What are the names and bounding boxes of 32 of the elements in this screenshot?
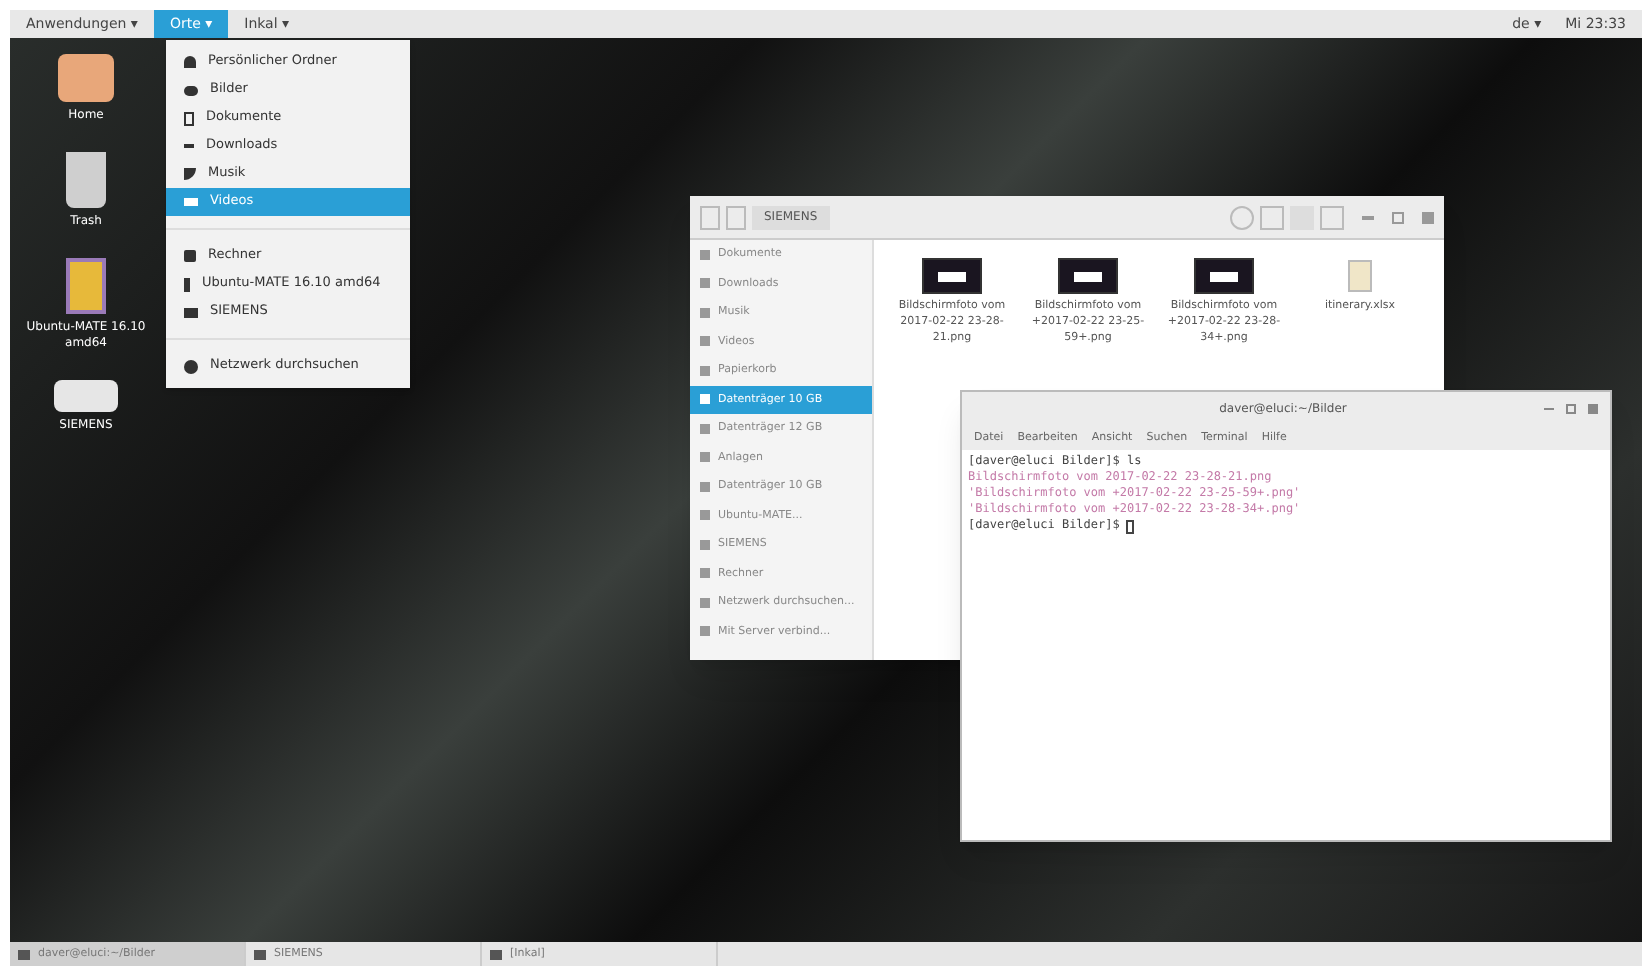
place-icon xyxy=(700,626,710,637)
window-icon xyxy=(490,949,502,959)
minimize-icon[interactable] xyxy=(1362,215,1374,219)
image-thumbnail-icon xyxy=(1196,260,1252,292)
document-icon xyxy=(1348,260,1372,292)
image-thumbnail-icon xyxy=(924,260,980,292)
place-icon xyxy=(700,307,710,318)
maximize-icon[interactable] xyxy=(1392,211,1404,223)
place-icon xyxy=(700,452,710,463)
window-icon xyxy=(18,949,30,959)
maximize-icon[interactable] xyxy=(1566,404,1576,414)
minimize-icon[interactable] xyxy=(1544,408,1554,410)
place-icon xyxy=(700,249,710,260)
image-thumbnail-icon xyxy=(1060,260,1116,292)
place-icon xyxy=(700,365,710,376)
place-icon xyxy=(700,336,710,347)
trash-can-icon xyxy=(66,152,106,208)
place-icon xyxy=(700,597,710,608)
forward-button[interactable] xyxy=(726,205,746,229)
disc-drive-icon xyxy=(66,258,106,314)
place-icon xyxy=(700,278,710,289)
place-icon xyxy=(700,539,710,550)
place-icon xyxy=(700,394,710,405)
folder-icon xyxy=(58,54,114,102)
window-icon xyxy=(254,949,266,959)
cursor-icon xyxy=(1126,519,1135,533)
back-button[interactable] xyxy=(700,205,720,229)
place-icon xyxy=(700,510,710,521)
place-icon xyxy=(700,423,710,434)
place-icon xyxy=(700,568,710,579)
place-icon xyxy=(700,481,710,492)
document-icon xyxy=(184,111,194,125)
